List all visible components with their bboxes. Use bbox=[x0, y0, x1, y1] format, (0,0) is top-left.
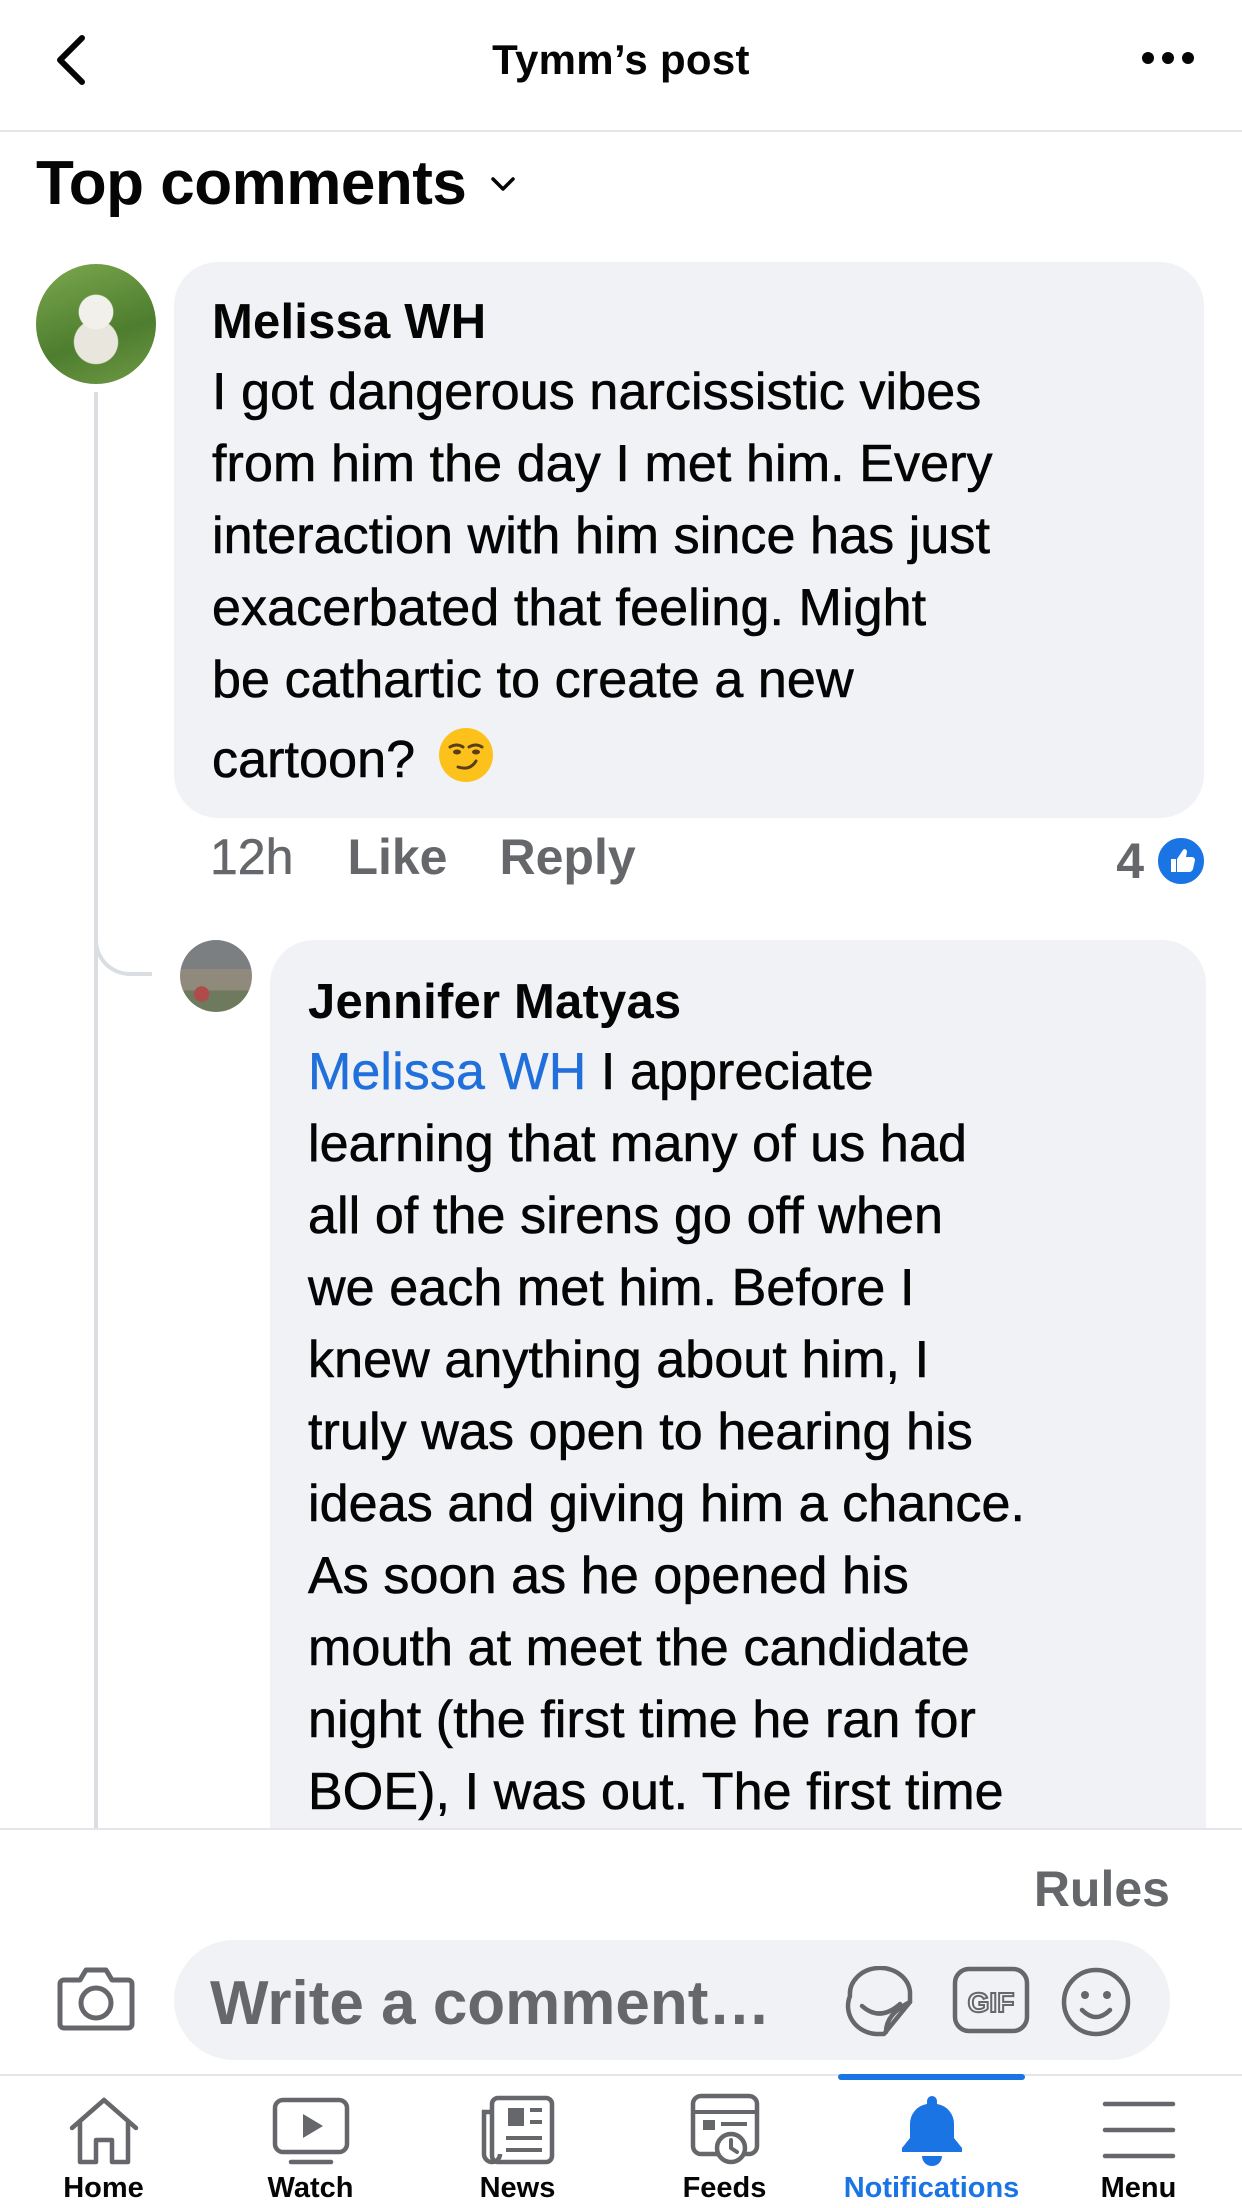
active-tab-indicator bbox=[838, 2074, 1025, 2080]
top-comments-selector[interactable]: Top comments bbox=[36, 148, 518, 219]
comment-line: we each met him. Before I bbox=[308, 1259, 915, 1318]
more-horizontal-icon[interactable] bbox=[1138, 46, 1198, 70]
sticker-icon[interactable] bbox=[842, 1966, 920, 2042]
comment-line: night (the first time he ran for bbox=[308, 1691, 976, 1750]
tab-label: News bbox=[479, 2172, 556, 2204]
comment-author[interactable]: Jennifer Matyas bbox=[308, 968, 1168, 1036]
comment-line: truly was open to hearing his bbox=[308, 1403, 973, 1462]
tab-label: Feeds bbox=[682, 2172, 767, 2204]
svg-text:GIF: GIF bbox=[968, 1987, 1015, 2018]
comment-line: Melissa WH I appreciate bbox=[308, 1036, 1168, 1108]
gif-icon[interactable]: GIF bbox=[952, 1966, 1030, 2034]
tab-label: Menu bbox=[1100, 2172, 1177, 2204]
menu-icon bbox=[1102, 2101, 1175, 2159]
tab-label: Watch bbox=[267, 2172, 354, 2204]
comment-bubble[interactable]: Melissa WH I got dangerous narcissistic … bbox=[174, 262, 1204, 818]
comment-line-text: cartoon? bbox=[212, 731, 416, 790]
tab-label: Notifications bbox=[843, 2172, 1020, 2204]
bottom-tab-bar: Home Watch News Feeds Notifications Menu bbox=[0, 2074, 1242, 2208]
reaction-summary[interactable]: 4 bbox=[1116, 832, 1206, 890]
like-button[interactable]: Like bbox=[347, 828, 447, 886]
mention-link[interactable]: Melissa WH bbox=[308, 1043, 587, 1101]
tab-home[interactable]: Home bbox=[0, 2076, 207, 2208]
tab-label: Home bbox=[63, 2172, 144, 2204]
page-title: Tymm’s post bbox=[492, 36, 750, 83]
video-icon bbox=[272, 2097, 349, 2165]
comment-line: cartoon? bbox=[212, 724, 1166, 796]
smirking-face-emoji bbox=[438, 728, 493, 782]
placeholder-text: Write a comment… bbox=[210, 1969, 771, 2038]
tab-notifications[interactable]: Notifications bbox=[828, 2074, 1035, 2208]
emoji-icon[interactable] bbox=[1060, 1966, 1132, 2038]
rules-link[interactable]: Rules bbox=[1034, 1860, 1170, 1918]
comment-line: BOE), I was out. The first time bbox=[308, 1763, 1004, 1822]
comment-line: I got dangerous narcissistic vibes bbox=[212, 363, 982, 422]
comment-line: mouth at meet the candidate bbox=[308, 1619, 970, 1678]
comment-line: knew anything about him, I bbox=[308, 1331, 930, 1390]
chevron-down-icon bbox=[491, 176, 516, 191]
comment-composer: Rules Write a comment… GIF bbox=[0, 1828, 1242, 2074]
tab-news[interactable]: News bbox=[414, 2076, 621, 2208]
reply-connector bbox=[94, 880, 152, 976]
comment-line: exacerbated that feeling. Might bbox=[212, 579, 927, 638]
feeds-icon bbox=[690, 2093, 759, 2165]
tab-feeds[interactable]: Feeds bbox=[621, 2076, 828, 2208]
newspaper-icon bbox=[481, 2095, 554, 2165]
comment-line-text: I appreciate bbox=[586, 1043, 874, 1102]
reply-button[interactable]: Reply bbox=[500, 828, 636, 886]
avatar[interactable] bbox=[36, 264, 156, 384]
comment-line: be cathartic to create a new bbox=[212, 651, 854, 710]
comment-author[interactable]: Melissa WH bbox=[212, 288, 1166, 356]
comment-line: from him the day I met him. Every bbox=[212, 435, 993, 494]
comment-text: I got dangerous narcissistic vibes from … bbox=[212, 356, 1166, 796]
comment-line: learning that many of us had bbox=[308, 1115, 968, 1174]
thread-line bbox=[94, 392, 152, 1832]
tab-watch[interactable]: Watch bbox=[207, 2076, 414, 2208]
like-reaction-icon bbox=[1156, 836, 1206, 886]
comment-text: Melissa WH I appreciate learning that ma… bbox=[308, 1036, 1168, 1828]
top-bar: Tymm’s post bbox=[0, 0, 1242, 132]
comment-actions: 12h Like Reply bbox=[210, 828, 688, 886]
comment-line: all of the sirens go off when bbox=[308, 1187, 944, 1246]
comment-line: ideas and giving him a chance. bbox=[308, 1475, 1026, 1534]
home-icon bbox=[69, 2097, 138, 2165]
comment-line: interaction with him since has just bbox=[212, 507, 991, 566]
comment-line: As soon as he opened his bbox=[308, 1547, 909, 1606]
tab-menu[interactable]: Menu bbox=[1035, 2076, 1242, 2208]
bell-icon bbox=[901, 2096, 962, 2166]
reaction-count: 4 bbox=[1116, 833, 1144, 889]
sort-label: Top comments bbox=[36, 149, 467, 218]
comment-placeholder: Write a comment… bbox=[210, 1968, 770, 2039]
avatar[interactable] bbox=[180, 940, 252, 1012]
camera-icon[interactable] bbox=[56, 1962, 136, 2034]
comment-timestamp: 12h bbox=[210, 829, 294, 886]
